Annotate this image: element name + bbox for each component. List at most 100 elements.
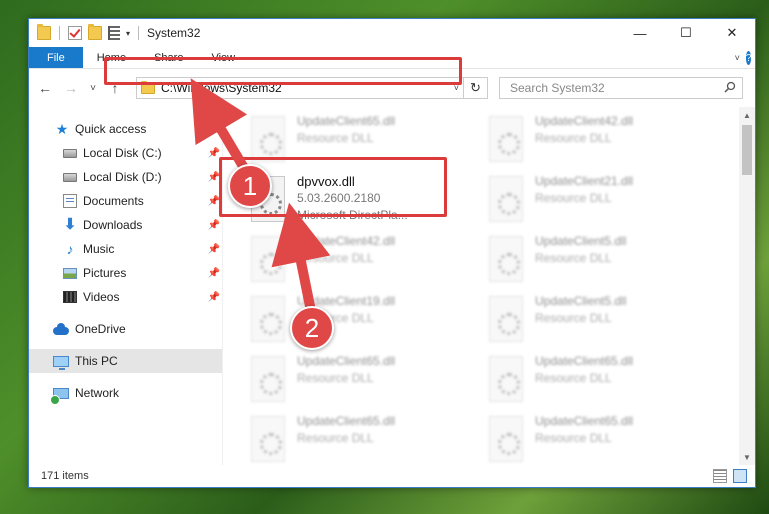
properties-check-icon[interactable] (68, 26, 82, 40)
videos-icon (63, 291, 77, 303)
file-item-dpvvox[interactable]: dpvvox.dll 5.03.2600.2180 Microsoft Direct… (251, 173, 481, 225)
sidebar-item-pictures[interactable]: Pictures 📌 (29, 261, 222, 285)
pin-icon[interactable]: 📌 (208, 196, 220, 207)
dll-file-icon (251, 416, 285, 462)
dll-file-icon (489, 296, 523, 342)
address-dropdown-icon[interactable]: ˅ (454, 83, 459, 93)
pin-icon[interactable]: 📌 (208, 148, 220, 159)
back-button[interactable]: ← (35, 78, 55, 98)
help-icon[interactable]: ? (745, 51, 752, 65)
file-name: UpdateClient21.dll (535, 174, 634, 188)
file-list: UpdateClient65.dll Resource DLL UpdateCli… (223, 107, 755, 465)
sidebar-item-label: This PC (75, 354, 118, 368)
pin-icon[interactable]: 📌 (208, 268, 220, 279)
file-type: Resource DLL (535, 431, 612, 445)
search-input[interactable]: Search System32 (499, 77, 743, 99)
folder-icon (141, 80, 155, 94)
sidebar-item-local-disk-c[interactable]: Local Disk (C:) 📌 (29, 141, 222, 165)
minimize-button[interactable]: — (617, 19, 663, 47)
file-name: UpdateClient65.dll (297, 354, 396, 368)
sidebar-item-videos[interactable]: Videos 📌 (29, 285, 222, 309)
dll-file-icon (489, 416, 523, 462)
file-name: UpdateClient42.dll (297, 234, 396, 248)
file-item[interactable]: UpdateClient65.dll Resource DLL (251, 353, 481, 405)
dll-file-icon (489, 356, 523, 402)
sidebar-item-documents[interactable]: Documents 📌 (29, 189, 222, 213)
file-item[interactable]: UpdateClient21.dll Resource DLL (489, 173, 719, 225)
file-item[interactable]: UpdateClient65.dll Resource DLL (489, 413, 719, 465)
sidebar-item-music[interactable]: ♪ Music 📌 (29, 237, 222, 261)
scroll-up-icon[interactable]: ▲ (739, 107, 755, 123)
address-path[interactable]: C:\Windows\System32 (161, 81, 282, 95)
file-item[interactable]: UpdateClient19.dll Resource DLL (251, 293, 481, 345)
music-icon: ♪ (66, 241, 74, 257)
sidebar-item-local-disk-d[interactable]: Local Disk (D:) 📌 (29, 165, 222, 189)
sidebar-item-label: Music (83, 242, 115, 256)
large-icons-view-icon[interactable] (733, 469, 747, 483)
new-folder-icon[interactable] (88, 24, 102, 40)
details-view-icon[interactable] (713, 469, 727, 483)
recent-locations-button[interactable]: ˅ (87, 78, 99, 98)
maximize-button[interactable]: ☐ (663, 19, 709, 47)
file-name: dpvvox.dll (297, 174, 355, 189)
search-placeholder: Search System32 (510, 81, 605, 95)
file-item[interactable]: UpdateClient5.dll Resource DLL (489, 233, 719, 285)
scrollbar-thumb[interactable] (742, 125, 752, 175)
pin-icon[interactable]: 📌 (208, 220, 220, 231)
file-type: Resource DLL (535, 251, 612, 265)
dll-file-icon (251, 116, 285, 162)
search-icon[interactable] (724, 81, 736, 93)
sidebar-item-this-pc[interactable]: This PC (29, 349, 222, 373)
file-type: Resource DLL (297, 131, 374, 145)
disk-icon (63, 172, 77, 182)
file-item[interactable]: UpdateClient65.dll Resource DLL (251, 113, 481, 165)
vertical-scrollbar[interactable]: ▲ ▼ (739, 107, 755, 465)
forward-button[interactable]: → (61, 78, 81, 98)
tab-view[interactable]: View (197, 47, 249, 68)
file-description: Microsoft DirectPla... (297, 208, 408, 222)
ribbon-controls: ˅ ? (735, 50, 752, 66)
file-item[interactable]: UpdateClient65.dll Resource DLL (251, 413, 481, 465)
scroll-down-icon[interactable]: ▼ (739, 449, 755, 465)
refresh-button[interactable]: ↻ (463, 78, 487, 98)
this-pc-icon (53, 355, 69, 370)
file-item[interactable]: UpdateClient42.dll Resource DLL (489, 113, 719, 165)
sidebar-item-quick-access[interactable]: ★ Quick access (29, 117, 222, 141)
file-item[interactable]: UpdateClient42.dll Resource DLL (251, 233, 481, 285)
address-bar[interactable]: C:\Windows\System32 ˅ ↻ (136, 77, 488, 99)
sidebar-item-label: Documents (83, 194, 144, 208)
sidebar-item-network[interactable]: Network (29, 381, 222, 405)
pin-icon[interactable]: 📌 (208, 172, 220, 183)
file-item[interactable]: UpdateClient65.dll Resource DLL (489, 353, 719, 405)
properties-icon[interactable] (108, 26, 120, 40)
ribbon-tabs: File Home Share View ˅ ? (29, 47, 755, 69)
expand-ribbon-icon[interactable]: ˅ (735, 53, 740, 63)
file-type: Resource DLL (535, 371, 612, 385)
sidebar-item-label: Pictures (83, 266, 127, 280)
sidebar-item-label: Downloads (83, 218, 143, 232)
pin-icon[interactable]: 📌 (208, 292, 220, 303)
sidebar-item-label: Local Disk (C:) (83, 146, 162, 160)
status-bar: 171 items (29, 465, 755, 487)
sidebar-item-downloads[interactable]: ⬇ Downloads 📌 (29, 213, 222, 237)
tab-file[interactable]: File (29, 47, 83, 68)
tab-share[interactable]: Share (140, 47, 197, 68)
tab-home[interactable]: Home (83, 47, 140, 68)
navigation-pane: ★ Quick access Local Disk (C:) 📌 Local D… (29, 107, 223, 465)
close-button[interactable]: ✕ (709, 19, 755, 47)
dll-file-icon (489, 236, 523, 282)
customize-toolbar-icon[interactable]: ▾ (126, 29, 130, 38)
view-switcher (713, 469, 747, 483)
sidebar-item-onedrive[interactable]: OneDrive (29, 317, 222, 341)
quick-access-toolbar: ▾ (29, 24, 141, 40)
file-item[interactable]: UpdateClient5.dll Resource DLL (489, 293, 719, 345)
dll-file-icon (489, 176, 523, 222)
step-1-badge: 1 (228, 164, 272, 208)
pin-icon[interactable]: 📌 (208, 244, 220, 255)
dll-file-icon (251, 356, 285, 402)
toolbar-separator (138, 26, 140, 40)
up-button[interactable]: ↑ (105, 78, 125, 98)
disk-icon (63, 148, 77, 158)
sidebar-item-label: OneDrive (75, 322, 126, 336)
folder-icon[interactable] (37, 24, 51, 40)
